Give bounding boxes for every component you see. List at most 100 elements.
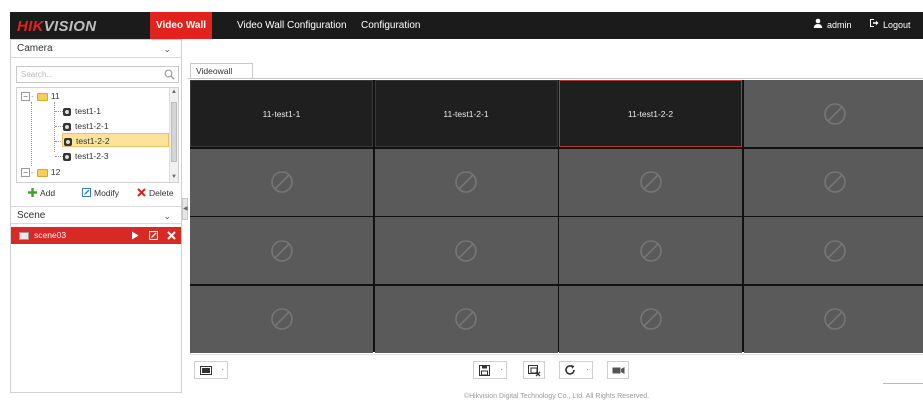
clear-windows-button[interactable] <box>523 361 545 379</box>
camera-search-input[interactable] <box>17 67 157 82</box>
wall-window-6[interactable] <box>374 148 558 216</box>
add-button[interactable]: Add <box>28 188 55 199</box>
window-camera-label: 11-test1-2-2 <box>627 109 674 119</box>
wall-window-2[interactable]: 11-test1-2-1 <box>374 80 558 147</box>
window-camera-label: 11-test1-1 <box>262 109 301 119</box>
edit-icon[interactable] <box>148 227 159 244</box>
wall-window-16[interactable] <box>743 285 923 353</box>
tab-divider <box>188 78 923 79</box>
tree-scrollbar[interactable]: ▲ ▼ <box>169 88 178 182</box>
scene-item[interactable]: scene03 <box>11 227 181 244</box>
no-signal-icon <box>823 170 847 196</box>
plus-icon <box>28 188 37 199</box>
collapse-toggle-icon[interactable]: − <box>21 168 30 178</box>
dropdown-arrow-icon: · <box>221 365 224 374</box>
wall-window-8[interactable] <box>743 148 923 216</box>
scroll-up-arrow-icon[interactable]: ▲ <box>171 89 177 95</box>
tab-videowall[interactable]: Videowall <box>190 63 253 79</box>
wall-window-3[interactable]: 11-test1-2-2 <box>559 80 742 147</box>
camera-section-title: Camera <box>17 43 53 54</box>
camera-actions: Add Modify Delete <box>16 188 182 202</box>
wall-window-13[interactable] <box>190 285 373 353</box>
wall-window-1[interactable]: 11-test1-1 <box>190 80 373 147</box>
folder-icon <box>36 92 48 101</box>
tree-group-12[interactable]: − -12 <box>21 165 60 179</box>
scrollbar-thumb[interactable] <box>171 102 177 162</box>
modify-button[interactable]: Modify <box>82 188 119 199</box>
no-signal-icon <box>454 170 478 196</box>
tree-connector-line <box>55 111 63 112</box>
no-signal-icon <box>639 239 663 265</box>
wall-window-5[interactable] <box>190 148 373 216</box>
panel-collapse-handle[interactable]: ◀ <box>182 198 188 220</box>
logout-icon <box>869 12 879 39</box>
dropdown-arrow-icon: · <box>500 365 503 374</box>
collapse-toggle-icon[interactable]: − <box>21 92 30 102</box>
wall-window-12[interactable] <box>743 217 923 284</box>
search-icon[interactable] <box>164 69 175 82</box>
nav-video-wall[interactable]: Video Wall <box>150 12 213 39</box>
no-signal-icon <box>639 170 663 196</box>
no-signal-icon <box>823 307 847 333</box>
logout-button[interactable]: Logout <box>869 12 911 39</box>
no-signal-icon <box>454 239 478 265</box>
no-signal-icon <box>270 239 294 265</box>
refresh-icon <box>564 364 576 378</box>
refresh-button[interactable]: · <box>559 361 593 379</box>
logout-label: Logout <box>883 20 911 30</box>
tree-camera-test1-1[interactable]: test1-1 <box>63 104 101 118</box>
edit-icon <box>82 188 91 199</box>
camera-icon <box>63 122 71 131</box>
camera-icon <box>64 137 72 146</box>
username: admin <box>827 20 852 30</box>
camera-search-box[interactable] <box>16 66 179 83</box>
wall-window-7[interactable] <box>559 148 742 216</box>
tree-connector-line <box>55 156 63 157</box>
tree-group-11[interactable]: − -11 <box>21 89 60 103</box>
tree-camera-test1-2-1[interactable]: test1-2-1 <box>63 119 109 133</box>
wall-window-11[interactable] <box>559 217 742 284</box>
user-icon <box>813 12 823 39</box>
wall-window-10[interactable] <box>374 217 558 284</box>
scroll-down-arrow-icon[interactable]: ▼ <box>171 174 177 180</box>
clear-window-icon <box>528 365 541 379</box>
toolbar-divider <box>883 383 923 384</box>
no-signal-icon <box>823 102 847 128</box>
camera-section-header[interactable]: Camera ⌄ <box>11 40 181 58</box>
save-button[interactable]: · <box>473 361 507 379</box>
tree-camera-test1-2-3[interactable]: test1-2-3 <box>63 149 109 163</box>
wall-window-15[interactable] <box>559 285 742 353</box>
no-signal-icon <box>454 307 478 333</box>
no-signal-icon <box>639 307 663 333</box>
wall-window-9[interactable] <box>190 217 373 284</box>
scene-section-header[interactable]: Scene ⌄ <box>11 206 181 224</box>
camera-tree: − -11 test1-1 test1-2-1 test1-2-2 test1-2… <box>16 87 179 183</box>
window-camera-label: 11-test1-2-1 <box>443 109 489 119</box>
no-signal-icon <box>270 307 294 333</box>
folder-icon <box>36 168 48 177</box>
save-icon <box>478 364 491 378</box>
user-menu[interactable]: admin <box>813 12 852 39</box>
wall-window-4[interactable] <box>743 80 923 147</box>
camera-icon <box>63 107 71 116</box>
camera-switch-button[interactable] <box>607 361 629 379</box>
tree-connector-line <box>54 102 55 152</box>
no-signal-icon <box>823 239 847 265</box>
nav-configuration[interactable]: Configuration <box>355 12 426 39</box>
layout-screen-button[interactable]: · <box>194 361 228 379</box>
chevron-down-icon[interactable]: ⌄ <box>163 40 171 58</box>
delete-button[interactable]: Delete <box>137 188 174 199</box>
tree-camera-test1-2-2[interactable]: test1-2-2 <box>62 133 169 147</box>
scene-icon <box>19 231 29 240</box>
screen-layout-icon <box>200 366 212 377</box>
video-wall-grid: 11-test1-1 11-test1-2-1 11-test1-2-2 <box>190 80 923 353</box>
scene-name: scene03 <box>34 230 67 240</box>
delete-x-icon[interactable] <box>167 227 176 244</box>
camera-icon <box>63 152 71 161</box>
play-icon[interactable] <box>131 227 139 244</box>
wall-window-14[interactable] <box>374 285 558 353</box>
delete-x-icon <box>137 188 146 199</box>
chevron-down-icon[interactable]: ⌄ <box>163 207 171 225</box>
nav-video-wall-configuration[interactable]: Video Wall Configuration <box>231 12 353 39</box>
video-camera-icon <box>612 366 625 377</box>
